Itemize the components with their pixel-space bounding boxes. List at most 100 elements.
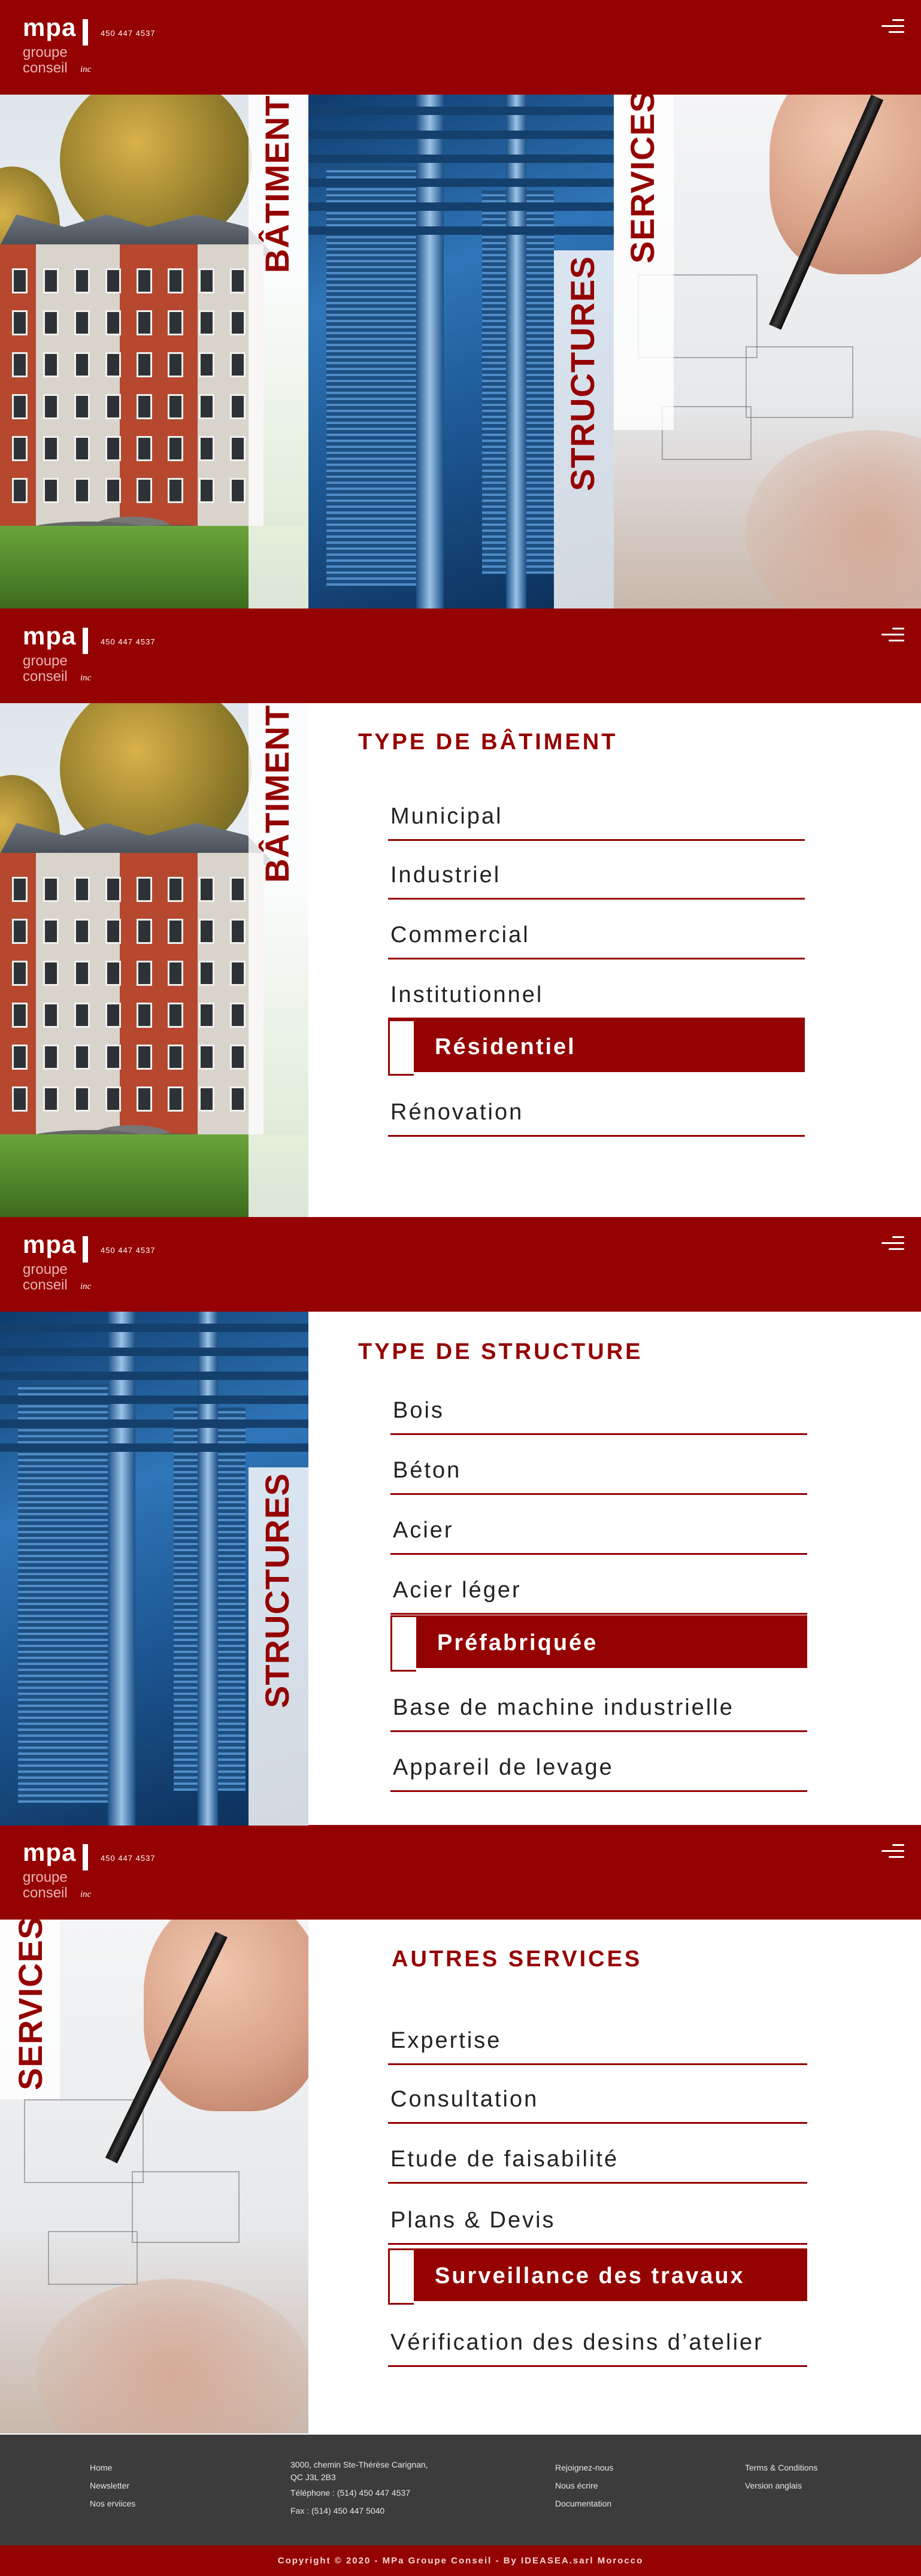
structure-type-item[interactable]: Acier: [390, 1502, 807, 1555]
header-phone[interactable]: 450 447 4537: [101, 1246, 156, 1255]
footer-link-english[interactable]: Version anglais: [745, 2477, 817, 2495]
header-phone[interactable]: 450 447 4537: [101, 29, 156, 38]
site-header: mpa groupe conseil inc 450 447 4537: [0, 1217, 921, 1312]
page: mpa groupe conseil inc 450 447 4537 mpa groupe…: [0, 0, 921, 2576]
structure-type-item-label: Acier: [393, 1518, 454, 1543]
logo[interactable]: mpa groupe conseil inc: [23, 1230, 113, 1302]
building-type-item[interactable]: Industriel: [388, 847, 805, 900]
building-type-item[interactable]: Institutionnel: [388, 967, 805, 1019]
structure-type-item[interactable]: Bois: [390, 1382, 807, 1435]
logo-mpa: mpa: [23, 1838, 77, 1866]
hamburger-menu-icon[interactable]: [880, 18, 904, 35]
footer-link-terms[interactable]: Terms & Conditions: [745, 2459, 817, 2477]
structure-type-item[interactable]: Base de machine industrielle: [390, 1679, 807, 1732]
logo[interactable]: mpa groupe conseil inc: [23, 1838, 113, 1910]
building-type-item[interactable]: Rénovation: [388, 1084, 805, 1137]
footer-col-nav: Home Newsletter Nos erviices: [90, 2459, 135, 2513]
logo-inc: inc: [80, 673, 92, 683]
service-item[interactable]: Plans & Devis: [388, 2192, 807, 2245]
hero-services-label[interactable]: SERVICES: [623, 90, 662, 264]
structure-type-item[interactable]: Acier léger: [390, 1562, 807, 1615]
structure-type-item[interactable]: Appareil de levage: [390, 1739, 807, 1792]
building-type-item-label: Commercial: [390, 922, 530, 948]
building-section-title: TYPE DE BÂTIMENT: [358, 729, 618, 755]
structure-type-item[interactable]: Béton: [390, 1442, 807, 1495]
footer-col-links: Rejoignez-nous Nous écrire Documentation: [555, 2459, 613, 2513]
building-section-label: BÂTIMENT: [258, 704, 296, 883]
footer-link-services[interactable]: Nos erviices: [90, 2495, 135, 2513]
building-type-item-label: Industriel: [390, 862, 501, 888]
logo-inc: inc: [80, 65, 92, 74]
logo-mpa: mpa: [23, 622, 77, 650]
logo-groupe: groupe: [23, 1261, 68, 1278]
structure-type-item-label: Base de machine industrielle: [393, 1695, 734, 1720]
logo-conseil: conseil: [23, 1277, 68, 1293]
logo-mpa: mpa: [23, 1230, 77, 1258]
service-item[interactable]: Vérification des desins d’atelier: [388, 2314, 807, 2367]
logo-inc: inc: [80, 1282, 92, 1291]
building-type-item[interactable]: Résidentiel: [388, 1019, 805, 1076]
footer-link-join[interactable]: Rejoignez-nous: [555, 2459, 613, 2477]
services-section-title: AUTRES SERVICES: [392, 1947, 643, 1972]
hero-section: BÂTIMENT STRUCTURES SERVICES: [0, 90, 921, 609]
logo-bar: [83, 1844, 88, 1870]
building-type-item[interactable]: Commercial: [388, 907, 805, 959]
footer-link-home[interactable]: Home: [90, 2459, 135, 2477]
logo-groupe: groupe: [23, 653, 68, 669]
service-item-label: Vérification des desins d’atelier: [390, 2330, 764, 2355]
service-item[interactable]: Consultation: [388, 2071, 807, 2124]
logo[interactable]: mpa groupe conseil inc: [23, 622, 113, 694]
footer-link-documentation[interactable]: Documentation: [555, 2495, 613, 2513]
logo-groupe: groupe: [23, 44, 68, 60]
service-item-label: Expertise: [390, 2028, 502, 2053]
logo-inc: inc: [80, 1890, 92, 1899]
logo-conseil: conseil: [23, 668, 68, 685]
logo-bar: [83, 19, 88, 46]
building-type-item-label: Municipal: [390, 804, 503, 829]
site-header: mpa groupe conseil inc 450 447 4537: [0, 609, 921, 703]
service-item-label: Plans & Devis: [390, 2208, 556, 2233]
footer-link-newsletter[interactable]: Newsletter: [90, 2477, 135, 2495]
structure-type-item-label: Béton: [393, 1458, 462, 1483]
footer-phone: Téléphone : (514) 450 447 4537: [290, 2488, 411, 2498]
structure-type-item-label: Acier léger: [393, 1578, 522, 1603]
footer-link-write[interactable]: Nous écrire: [555, 2477, 613, 2495]
structure-type-item[interactable]: Préfabriquée: [390, 1615, 807, 1672]
structure-type-item-label: Bois: [393, 1398, 444, 1423]
structure-type-item-label: Préfabriquée: [437, 1630, 598, 1655]
service-item-label: Etude de faisabilité: [390, 2147, 619, 2172]
service-item[interactable]: Surveillance des travaux: [388, 2248, 807, 2305]
footer-fax: Fax : (514) 450 447 5040: [290, 2506, 385, 2516]
logo[interactable]: mpa groupe conseil inc: [23, 13, 113, 85]
header-phone[interactable]: 450 447 4537: [101, 1854, 156, 1863]
logo-bar: [83, 628, 88, 654]
footer-address-line2: QC J3L 2B3: [290, 2472, 336, 2482]
service-item-label: Surveillance des travaux: [435, 2263, 745, 2289]
hamburger-menu-icon[interactable]: [880, 626, 904, 643]
logo-mpa: mpa: [23, 13, 77, 41]
footer: Home Newsletter Nos erviices 3000, chemi…: [0, 2435, 921, 2545]
hero-building-label[interactable]: BÂTIMENT: [257, 95, 296, 273]
structure-section-label: STRUCTURES: [258, 1473, 296, 1708]
building-type-item-label: Résidentiel: [435, 1034, 576, 1060]
building-type-item[interactable]: Municipal: [388, 788, 805, 841]
building-type-item-label: Institutionnel: [390, 982, 544, 1007]
hamburger-menu-icon[interactable]: [880, 1843, 904, 1860]
logo-conseil: conseil: [23, 1885, 68, 1901]
logo-groupe: groupe: [23, 1869, 68, 1885]
services-section-label: SERVICES: [11, 1916, 49, 2090]
copyright-bar: Copyright © 2020 - MPa Groupe Conseil - …: [0, 2545, 921, 2576]
structure-section-title: TYPE DE STRUCTURE: [358, 1339, 643, 1364]
service-item[interactable]: Expertise: [388, 2012, 807, 2065]
service-item[interactable]: Etude de faisabilité: [388, 2131, 807, 2184]
site-header: mpa groupe conseil inc 450 447 4537: [0, 1825, 921, 1920]
site-header: mpa groupe conseil inc 450 447 4537: [0, 0, 921, 95]
logo-conseil: conseil: [23, 60, 68, 76]
footer-col-contact: 3000, chemin Ste-Thérèse Carignan, QC J3…: [290, 2459, 428, 2520]
structure-type-item-label: Appareil de levage: [393, 1755, 614, 1780]
hero-structures-label[interactable]: STRUCTURES: [563, 256, 602, 491]
footer-col-legal: Terms & Conditions Version anglais: [745, 2459, 817, 2495]
hamburger-menu-icon[interactable]: [880, 1235, 904, 1252]
service-item-label: Consultation: [390, 2087, 539, 2112]
header-phone[interactable]: 450 447 4537: [101, 637, 156, 646]
